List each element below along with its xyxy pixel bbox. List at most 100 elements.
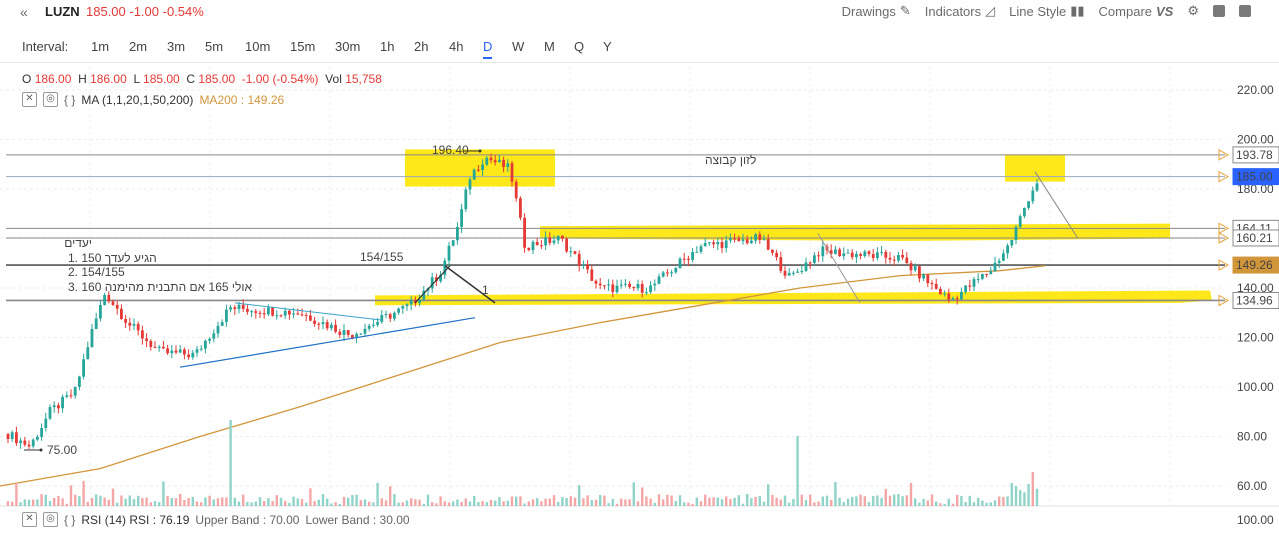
- volume-bar: [380, 498, 383, 506]
- close-icon[interactable]: ✕: [22, 92, 37, 107]
- volume-bar: [754, 497, 757, 506]
- volume-bar: [741, 503, 745, 506]
- volume-bar: [775, 497, 778, 506]
- interval-y[interactable]: Y: [603, 39, 612, 54]
- volume-bar: [552, 495, 556, 506]
- volume-bar: [384, 500, 388, 506]
- volume-bar: [204, 497, 207, 506]
- candle-body: [552, 240, 556, 243]
- snapshot-button[interactable]: [1213, 3, 1225, 19]
- candle-body: [1023, 207, 1026, 217]
- interval-2h[interactable]: 2h: [414, 39, 428, 54]
- drawings-button[interactable]: Drawings ✎: [842, 3, 911, 19]
- candle-body: [733, 238, 736, 240]
- candle-body: [149, 341, 153, 347]
- candle-body: [346, 330, 350, 335]
- close-icon[interactable]: ✕: [22, 512, 37, 527]
- ma-label: MA (1,1,20,1,50,200): [81, 92, 194, 107]
- candle-body: [506, 163, 510, 168]
- volume-bar: [683, 502, 686, 506]
- volume-bar: [926, 500, 929, 506]
- candle-body: [300, 314, 304, 316]
- price-chart[interactable]: 220.00200.00180.00160.00140.00120.00100.…: [0, 66, 1279, 535]
- volume-bar: [477, 502, 480, 506]
- volume-label: Vol: [325, 72, 342, 86]
- volume-bar: [956, 494, 959, 506]
- close-value: 185.00: [198, 72, 236, 86]
- volume-bar: [872, 496, 875, 506]
- volume-bar: [599, 495, 602, 506]
- candle-body: [1006, 245, 1009, 254]
- interval-m[interactable]: M: [544, 39, 555, 54]
- interval-30m[interactable]: 30m: [335, 39, 360, 54]
- interval-w[interactable]: W: [512, 39, 524, 54]
- interval-3m[interactable]: 3m: [167, 39, 185, 54]
- y-tick-label: 80.00: [1237, 430, 1267, 444]
- eye-icon[interactable]: ◎: [43, 92, 58, 107]
- volume-bar: [1023, 492, 1026, 506]
- candle-body: [107, 294, 111, 302]
- interval-q[interactable]: Q: [574, 39, 584, 54]
- high-marker-dot: [478, 149, 482, 153]
- candles-icon: ▮▮: [1070, 3, 1085, 18]
- interval-1h[interactable]: 1h: [380, 39, 394, 54]
- candle-body: [981, 274, 984, 279]
- volume-bar: [6, 501, 10, 506]
- candle-body: [821, 246, 825, 257]
- line-style-button[interactable]: Line Style ▮▮: [1009, 3, 1084, 19]
- interval-d[interactable]: D: [483, 39, 493, 59]
- volume-bar: [99, 495, 102, 506]
- volume-bar: [149, 502, 152, 506]
- volume-bar: [141, 498, 144, 506]
- candle-body: [309, 315, 312, 321]
- symbol-name[interactable]: LUZN: [45, 4, 80, 19]
- volume-bar: [863, 496, 866, 506]
- braces-icon[interactable]: { }: [64, 93, 75, 107]
- interval-15m[interactable]: 15m: [290, 39, 315, 54]
- volume-bar: [82, 480, 85, 506]
- rsi-lower-band: Lower Band : 30.00: [305, 512, 410, 527]
- volume-bar: [200, 502, 203, 506]
- candle-body: [850, 252, 854, 258]
- volume-bar: [767, 484, 770, 506]
- candle-body: [918, 266, 921, 279]
- volume-bar: [36, 499, 39, 506]
- braces-icon[interactable]: { }: [64, 513, 75, 527]
- volume-bar: [846, 498, 850, 506]
- interval-4h[interactable]: 4h: [449, 39, 463, 54]
- interval-10m[interactable]: 10m: [245, 39, 270, 54]
- compare-button[interactable]: Compare VS: [1099, 3, 1174, 19]
- projection-line: [817, 233, 861, 304]
- volume-bar: [225, 497, 228, 506]
- volume-bar: [250, 502, 253, 506]
- fullscreen-button[interactable]: [1239, 3, 1251, 19]
- eye-icon[interactable]: ◎: [43, 512, 58, 527]
- volume-bar: [414, 499, 417, 506]
- line-style-label: Line Style: [1009, 3, 1067, 19]
- interval-1m[interactable]: 1m: [91, 39, 109, 54]
- candle-body: [220, 322, 224, 326]
- interval-2m[interactable]: 2m: [129, 39, 147, 54]
- volume-bar: [48, 500, 52, 506]
- double-chevron-left-icon[interactable]: «: [20, 4, 28, 20]
- candle-body: [678, 258, 682, 268]
- candle-body: [472, 169, 476, 180]
- volume-bar: [162, 481, 165, 506]
- candle-body: [968, 285, 972, 287]
- label-1: 1: [482, 283, 489, 297]
- volume-bar: [90, 497, 94, 506]
- volume-bar: [888, 495, 892, 506]
- settings-button[interactable]: ⚙: [1187, 3, 1199, 19]
- candle-body: [897, 255, 900, 261]
- volume-bar: [494, 500, 497, 506]
- volume-bar: [489, 500, 493, 506]
- candle-body: [855, 254, 858, 258]
- candle-body: [674, 267, 678, 273]
- volume-bar: [594, 499, 598, 506]
- compare-label: Compare: [1098, 3, 1152, 19]
- candle-body: [477, 169, 480, 171]
- candle-body: [934, 283, 938, 289]
- interval-5m[interactable]: 5m: [205, 39, 223, 54]
- indicators-button[interactable]: Indicators ◿: [925, 3, 995, 19]
- volume-bar: [107, 499, 110, 506]
